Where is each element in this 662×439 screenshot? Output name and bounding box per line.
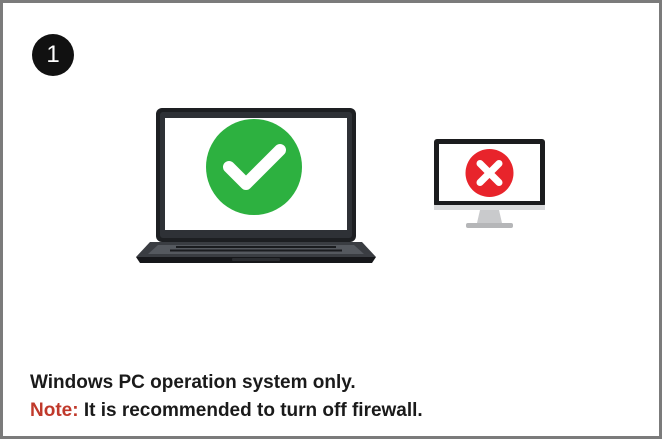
- check-icon: [206, 119, 302, 215]
- step-number-badge: 1: [32, 34, 74, 76]
- firewall-note: Note: It is recommended to turn off fire…: [30, 397, 640, 425]
- caption: Windows PC operation system only. Note: …: [30, 369, 640, 425]
- note-label: Note:: [30, 400, 79, 421]
- monitor-x-icon: [434, 139, 545, 228]
- os-requirement-text: Windows PC operation system only.: [30, 372, 356, 393]
- error-x-icon: [465, 149, 514, 197]
- laptop-check-icon: [136, 108, 376, 263]
- instruction-card: 1 Windows PC operation system only. Note…: [0, 0, 662, 439]
- note-text: It is recommended to turn off firewall.: [78, 400, 423, 421]
